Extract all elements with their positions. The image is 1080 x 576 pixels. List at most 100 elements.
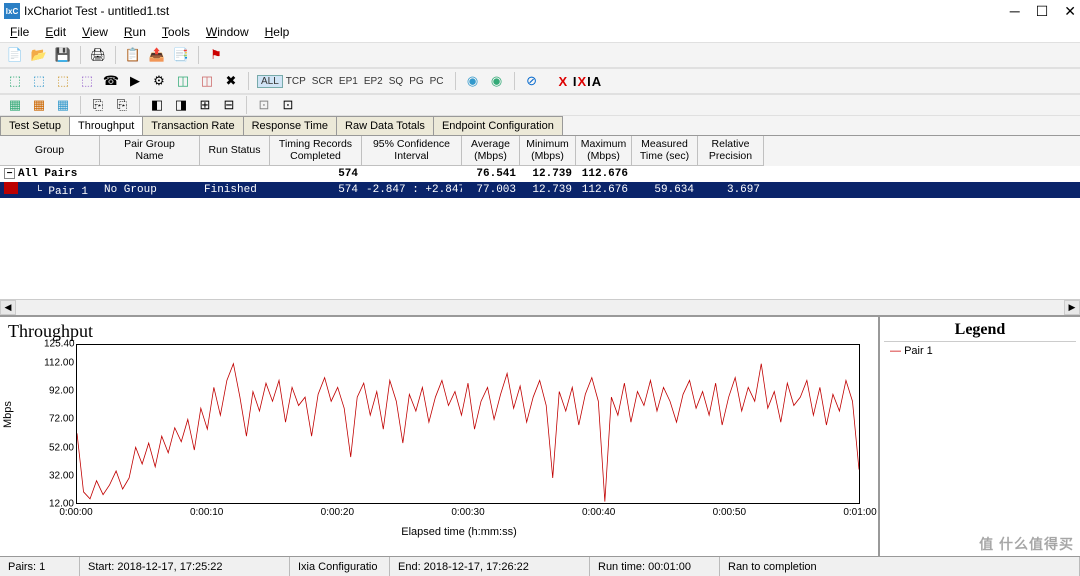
menubar: FileEditViewRunToolsWindowHelp <box>0 22 1080 42</box>
y-tick: 125.40 <box>44 339 74 350</box>
col-header[interactable]: Maximum(Mbps) <box>576 136 632 166</box>
video-icon[interactable]: ▶ <box>126 72 144 90</box>
filter-pc[interactable]: PC <box>427 76 447 87</box>
filter-tcp[interactable]: TCP <box>283 76 309 87</box>
col-header[interactable]: Timing RecordsCompleted <box>270 136 362 166</box>
t3-1[interactable]: ▦ <box>6 96 24 114</box>
col-header[interactable]: Minimum(Mbps) <box>520 136 576 166</box>
app-icon2[interactable]: ◫ <box>198 72 216 90</box>
del-icon[interactable]: ✖ <box>222 72 240 90</box>
open-icon[interactable]: 📂 <box>30 46 48 64</box>
menu-run[interactable]: Run <box>118 23 152 41</box>
summary-row[interactable]: −All Pairs 574 76.541 12.739 112.676 <box>0 166 1080 182</box>
menu-edit[interactable]: Edit <box>39 23 72 41</box>
stop-icon[interactable]: ⊘ <box>523 72 541 90</box>
tab-test-setup[interactable]: Test Setup <box>0 116 70 135</box>
opt2-icon[interactable]: ◉ <box>488 72 506 90</box>
app-icon: IxC <box>4 3 20 19</box>
t3-2[interactable]: ▦ <box>30 96 48 114</box>
pair-icon[interactable]: ⬚ <box>6 72 24 90</box>
t3-5[interactable]: ⎘ <box>113 96 131 114</box>
t3-9[interactable]: ⊟ <box>220 96 238 114</box>
col-header[interactable]: Pair GroupName <box>100 136 200 166</box>
minimize-button[interactable]: ─ <box>1010 3 1020 20</box>
menu-tools[interactable]: Tools <box>156 23 196 41</box>
tab-transaction-rate[interactable]: Transaction Rate <box>142 116 243 135</box>
tab-response-time[interactable]: Response Time <box>243 116 337 135</box>
collapse-icon[interactable]: − <box>4 168 15 179</box>
y-tick: 32.00 <box>44 470 74 481</box>
col-header[interactable]: MeasuredTime (sec) <box>632 136 698 166</box>
col-header[interactable]: Average(Mbps) <box>462 136 520 166</box>
maximize-button[interactable]: ☐ <box>1036 3 1049 20</box>
t3-4[interactable]: ⎘ <box>89 96 107 114</box>
col-header[interactable]: 95% ConfidenceInterval <box>362 136 462 166</box>
t3-7[interactable]: ◨ <box>172 96 190 114</box>
grid-scrollbar[interactable]: ◀ ▶ <box>0 299 1080 315</box>
legend-item[interactable]: — Pair 1 <box>884 342 1076 360</box>
tab-throughput[interactable]: Throughput <box>69 116 143 135</box>
report-icon[interactable]: 📑 <box>172 46 190 64</box>
menu-view[interactable]: View <box>76 23 114 41</box>
x-tick: 0:00:00 <box>59 507 92 518</box>
filter-scr[interactable]: SCR <box>309 76 336 87</box>
x-tick: 0:00:40 <box>582 507 615 518</box>
x-axis-label: Elapsed time (h:mm:ss) <box>48 526 870 538</box>
x-tick: 0:00:20 <box>321 507 354 518</box>
filter-pg[interactable]: PG <box>406 76 426 87</box>
opt1-icon[interactable]: ◉ <box>464 72 482 90</box>
col-header[interactable]: Run Status <box>200 136 270 166</box>
tab-bar: Test SetupThroughputTransaction RateResp… <box>0 116 1080 136</box>
filter-sq[interactable]: SQ <box>386 76 406 87</box>
sb-end: End: 2018-12-17, 17:26:22 <box>390 557 590 576</box>
export-icon[interactable]: 📤 <box>148 46 166 64</box>
sb-ran: Ran to completion <box>720 557 1080 576</box>
scroll-left-icon[interactable]: ◀ <box>0 300 16 315</box>
sb-runtime: Run time: 00:01:00 <box>590 557 720 576</box>
menu-window[interactable]: Window <box>200 23 255 41</box>
menu-help[interactable]: Help <box>259 23 296 41</box>
col-header[interactable]: RelativePrecision <box>698 136 764 166</box>
filter-ep1[interactable]: EP1 <box>336 76 361 87</box>
mcast-icon[interactable]: ◫ <box>174 72 192 90</box>
run-icon[interactable]: ⚑ <box>207 46 225 64</box>
pair3-icon[interactable]: ⬚ <box>54 72 72 90</box>
tab-endpoint-configuration[interactable]: Endpoint Configuration <box>433 116 563 135</box>
new-icon[interactable]: 📄 <box>6 46 24 64</box>
titlebar: IxC IxChariot Test - untitled1.tst ─ ☐ ✕ <box>0 0 1080 22</box>
y-tick: 72.00 <box>44 414 74 425</box>
x-tick: 0:01:00 <box>843 507 876 518</box>
filter-all[interactable]: ALL <box>257 75 283 88</box>
watermark: 值 什么值得买 <box>979 534 1074 554</box>
toolbar-1: 📄 📂 💾 🖨 📋 📤 📑 ⚑ <box>0 42 1080 68</box>
sb-start: Start: 2018-12-17, 17:25:22 <box>80 557 290 576</box>
pair2-icon[interactable]: ⬚ <box>30 72 48 90</box>
scroll-right-icon[interactable]: ▶ <box>1064 300 1080 315</box>
y-tick: 92.00 <box>44 386 74 397</box>
hw-icon[interactable]: ⚙ <box>150 72 168 90</box>
legend-panel: Legend — Pair 1 <box>880 317 1080 558</box>
legend-title: Legend <box>884 321 1076 342</box>
tab-raw-data-totals[interactable]: Raw Data Totals <box>336 116 434 135</box>
t3-6[interactable]: ◧ <box>148 96 166 114</box>
group-icon[interactable]: ⬚ <box>78 72 96 90</box>
t3-8[interactable]: ⊞ <box>196 96 214 114</box>
statusbar: Pairs: 1 Start: 2018-12-17, 17:25:22 Ixi… <box>0 556 1080 576</box>
save-icon[interactable]: 💾 <box>54 46 72 64</box>
t3-10[interactable]: ⊡ <box>255 96 273 114</box>
close-button[interactable]: ✕ <box>1064 3 1076 20</box>
toolbar-2: ⬚ ⬚ ⬚ ⬚ ☎ ▶ ⚙ ◫ ◫ ✖ ALLTCPSCREP1EP2SQPGP… <box>0 68 1080 94</box>
t3-11[interactable]: ⊡ <box>279 96 297 114</box>
y-axis-label: Mbps <box>2 401 14 428</box>
pair-row[interactable]: └ Pair 1 No Group Finished 574 -2.847 : … <box>0 182 1080 198</box>
y-tick: 112.00 <box>44 357 74 368</box>
results-grid: GroupPair GroupNameRun StatusTiming Reco… <box>0 136 1080 316</box>
sb-config: Ixia Configuratio <box>290 557 390 576</box>
voip-icon[interactable]: ☎ <box>102 72 120 90</box>
t3-3[interactable]: ▦ <box>54 96 72 114</box>
print-icon[interactable]: 🖨 <box>89 46 107 64</box>
copy-icon[interactable]: 📋 <box>124 46 142 64</box>
filter-ep2[interactable]: EP2 <box>361 76 386 87</box>
col-header[interactable]: Group <box>0 136 100 166</box>
menu-file[interactable]: File <box>4 23 35 41</box>
